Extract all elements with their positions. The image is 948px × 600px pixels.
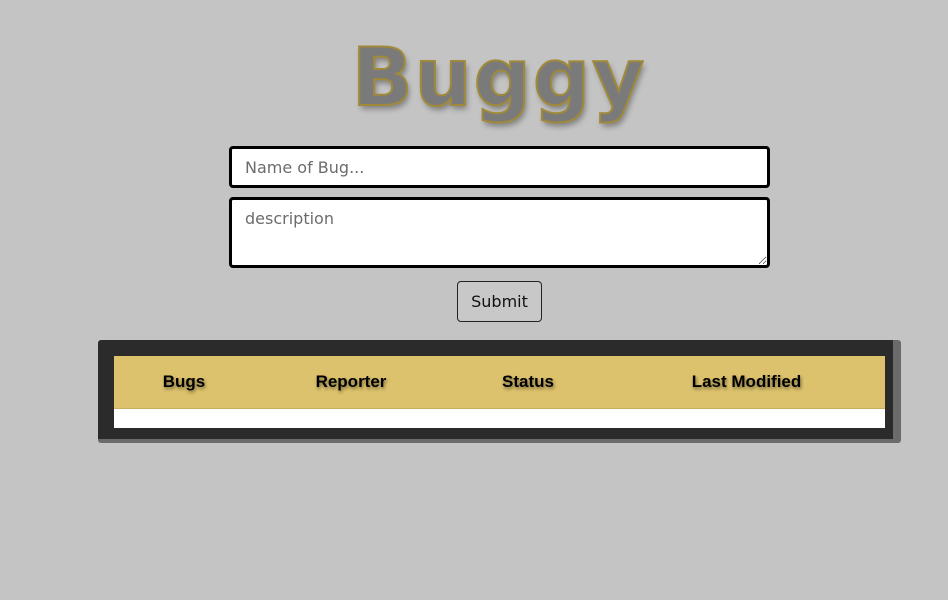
bugs-table-frame: Bugs Reporter Status Last Modified (98, 340, 901, 443)
column-header-bugs: Bugs (162, 372, 206, 391)
column-header-reporter: Reporter (315, 372, 387, 391)
page: Buggy Submit Bugs Reporter Status Last M… (0, 0, 948, 600)
table-header-row: Bugs Reporter Status Last Modified (114, 356, 885, 409)
app-logo: Buggy (351, 30, 647, 125)
bug-name-input[interactable] (229, 146, 770, 188)
bugs-table: Bugs Reporter Status Last Modified (114, 356, 885, 428)
submit-button[interactable]: Submit (457, 281, 542, 322)
description-input[interactable] (229, 197, 770, 268)
column-header-last-modified: Last Modified (691, 372, 802, 391)
table-body (114, 409, 885, 428)
column-header-status: Status (502, 372, 554, 391)
